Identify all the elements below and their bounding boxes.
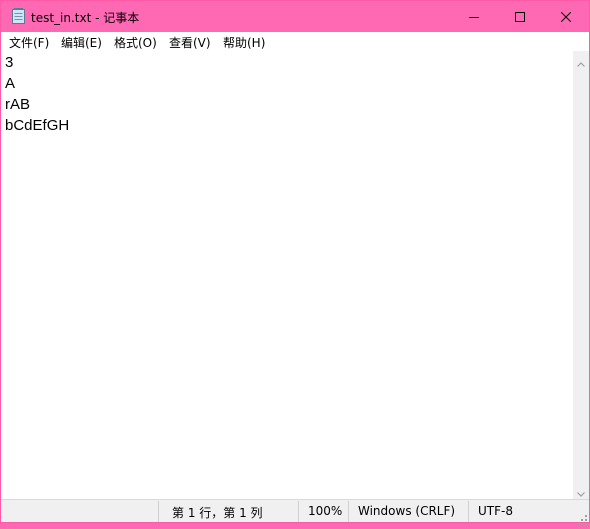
zoom-level: 100% [308,504,343,518]
line-ending: Windows (CRLF) [358,504,456,518]
maximize-button[interactable] [497,1,543,32]
window-title: test_in.txt - 记事本 [31,11,140,25]
encoding: UTF-8 [478,504,513,518]
title-bar[interactable]: test_in.txt - 记事本 [1,1,589,32]
chevron-up-icon [577,52,585,71]
minimize-icon [469,7,479,26]
text-line: A [5,75,16,92]
status-divider [298,501,299,522]
resize-grip-icon[interactable] [577,510,587,525]
menu-format[interactable]: 格式(O) [114,34,157,51]
status-divider [348,501,349,522]
menu-bar: 文件(F) 编辑(E) 格式(O) 查看(V) 帮助(H) [1,32,589,51]
status-divider [468,501,469,522]
text-editor[interactable]: 3 A rAB bCdEfGH [1,51,573,499]
status-bar: 第 1 行，第 1 列 100% Windows (CRLF) UTF-8 [1,499,589,525]
vertical-scrollbar[interactable] [573,51,589,499]
text-line: bCdEfGH [5,117,70,134]
notepad-window: test_in.txt - 记事本 文件(F) 编辑(E) 格式(O) 查看(V… [0,0,590,525]
cursor-position: 第 1 行，第 1 列 [172,506,263,520]
text-line: 3 [5,54,14,71]
menu-help[interactable]: 帮助(H) [223,34,265,51]
menu-view[interactable]: 查看(V) [169,34,211,51]
notepad-icon [12,8,25,24]
menu-file[interactable]: 文件(F) [9,34,49,51]
status-divider [158,501,159,522]
text-line: rAB [5,96,31,113]
chevron-down-icon [577,482,585,501]
minimize-button[interactable] [451,1,497,32]
maximize-icon [515,7,525,26]
close-icon [560,7,572,26]
scroll-down-button[interactable] [573,483,589,499]
menu-edit[interactable]: 编辑(E) [61,34,102,51]
close-button[interactable] [543,1,589,32]
scroll-up-button[interactable] [573,53,589,69]
